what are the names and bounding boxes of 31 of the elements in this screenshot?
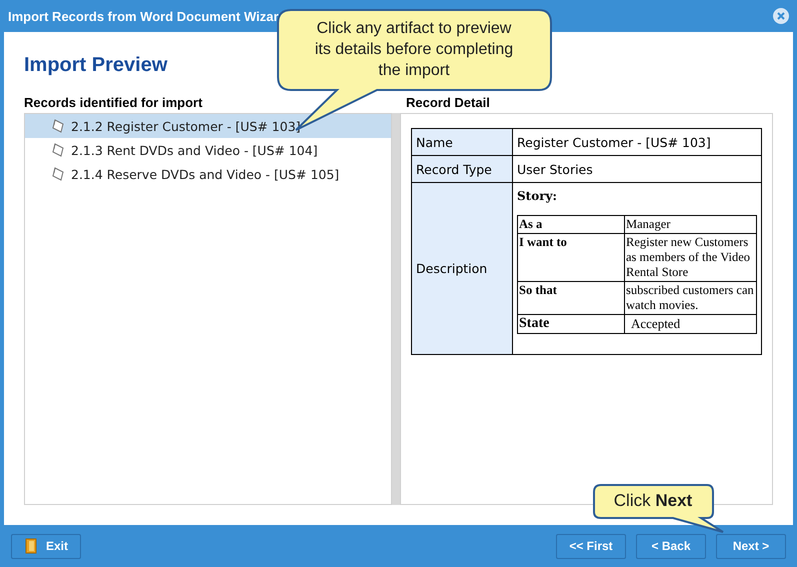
- page-heading: Import Preview: [24, 54, 168, 77]
- close-icon[interactable]: [773, 8, 789, 24]
- table-cell: I want to: [518, 234, 624, 282]
- door-icon: [24, 538, 38, 554]
- back-button[interactable]: < Back: [636, 534, 706, 558]
- table-cell: As a: [518, 216, 624, 234]
- table-cell: So that: [518, 282, 624, 314]
- document-icon: [51, 167, 65, 181]
- table-cell: Name: [412, 128, 512, 156]
- document-icon: [51, 119, 65, 133]
- section-label: Records identified for import: [24, 94, 204, 112]
- tooltip-callout: Click Next: [593, 484, 725, 534]
- table-cell: subscribed customers can watch movies.: [624, 282, 756, 314]
- table-cell: Description: [412, 182, 512, 354]
- record-list-item[interactable]: 2.1.4 Reserve DVDs and Video - [US# 105]: [25, 162, 392, 186]
- table-cell: User Stories: [512, 156, 762, 182]
- table-cell: Register Customer - [US# 103]: [512, 128, 762, 156]
- document-icon: [51, 143, 65, 157]
- first-button[interactable]: << First: [556, 534, 626, 558]
- table-cell: Record Type: [412, 156, 512, 182]
- section-label: Record Detail: [406, 94, 491, 112]
- exit-button[interactable]: Exit: [11, 534, 82, 558]
- window-title: Import Records from Word Document Wizar: [8, 8, 278, 24]
- splitter-handle[interactable]: [392, 113, 400, 505]
- next-button[interactable]: Next >: [716, 534, 786, 558]
- table-cell: Accepted: [624, 314, 756, 334]
- record-list-item[interactable]: 2.1.2 Register Customer - [US# 103]: [25, 114, 392, 138]
- table-cell: Manager: [624, 216, 756, 234]
- table-cell: State: [518, 314, 624, 334]
- record-list-item[interactable]: 2.1.3 Rent DVDs and Video - [US# 104]: [25, 138, 392, 162]
- story-heading: Story:: [517, 189, 558, 203]
